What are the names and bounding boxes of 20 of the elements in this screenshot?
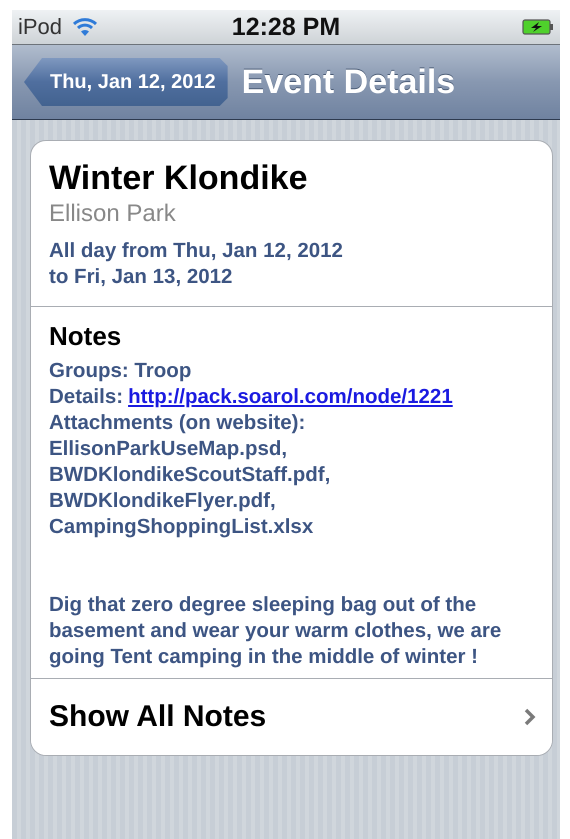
notes-line: EllisonParkUseMap.psd, — [49, 436, 288, 462]
event-date: All day from Thu, Jan 12, 2012 — [49, 238, 344, 264]
event-location: Ellison Park — [49, 200, 177, 228]
back-button[interactable]: Thu, Jan 12, 2012 — [24, 58, 228, 106]
notes-line: Groups: Troop — [49, 358, 192, 384]
notes-line: BWDKlondikeScoutStaff.pdf, — [49, 462, 332, 488]
details-label: Details: — [49, 384, 124, 410]
notes-line: CampingShoppingList.xlsx — [49, 514, 314, 540]
notes-line: Attachments (on website): — [49, 410, 306, 436]
clock-time: 12:28 PM — [232, 12, 340, 42]
notes-heading: Notes — [49, 321, 122, 352]
event-date: to Fri, Jan 13, 2012 — [49, 264, 234, 290]
wifi-icon — [72, 17, 98, 37]
notes-paragraph: Dig that zero degree sleeping bag out of the basement and wear your warm clothes, we are going Tent camping in the middle of winter ! — [49, 592, 502, 670]
event-title: Winter Klondike — [49, 159, 308, 198]
chevron-icon — [524, 708, 536, 726]
screen-title: Event Details — [242, 62, 456, 102]
carrier-name: iPod — [18, 14, 62, 40]
details-link[interactable]: http://pack.soarol.com/node/1221 — [128, 384, 453, 410]
notes-line: BWDKlondikeFlyer.pdf, — [49, 488, 277, 514]
